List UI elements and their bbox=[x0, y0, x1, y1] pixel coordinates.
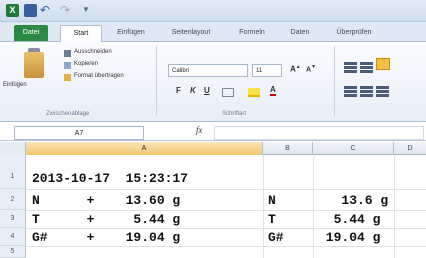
cut-button[interactable]: Ausschneiden bbox=[74, 49, 112, 55]
cell-b3[interactable]: T bbox=[268, 212, 276, 227]
cell-a4[interactable]: G# + 19.04 g bbox=[32, 230, 180, 245]
column-header-d[interactable]: D bbox=[394, 142, 426, 155]
clipboard-group-label: Zwischenablage bbox=[46, 111, 90, 117]
cell-a3[interactable]: T + 5.44 g bbox=[32, 212, 180, 227]
row-header-3[interactable]: 3 bbox=[0, 210, 26, 228]
row-header-2[interactable]: 2 bbox=[0, 189, 26, 210]
row-header-4[interactable]: 4 bbox=[0, 228, 26, 246]
paste-label[interactable]: Einfügen bbox=[3, 82, 27, 88]
tab-formeln[interactable]: Formeln bbox=[234, 25, 270, 41]
align-top-icon[interactable] bbox=[344, 62, 357, 65]
cell-a1[interactable]: 2013-10-17 15:23:17 bbox=[32, 171, 188, 186]
ribbon-separator bbox=[156, 46, 157, 116]
gridline bbox=[26, 246, 426, 247]
tab-ueberpruefen[interactable]: Überprüfen bbox=[330, 25, 378, 41]
tab-einfuegen[interactable]: Einfügen bbox=[112, 25, 150, 41]
undo-icon[interactable]: ↶ bbox=[40, 4, 54, 17]
cell-c3[interactable]: 5.44 g bbox=[318, 212, 381, 227]
underline-button[interactable]: U bbox=[204, 86, 210, 95]
copy-button[interactable]: Kopieren bbox=[74, 61, 98, 67]
italic-button[interactable]: K bbox=[190, 86, 196, 95]
borders-icon[interactable] bbox=[222, 88, 234, 97]
excel-icon[interactable]: X bbox=[6, 4, 19, 17]
cell-b2[interactable]: N bbox=[268, 193, 276, 208]
scissors-icon[interactable] bbox=[64, 50, 71, 57]
grow-font-button[interactable]: A▲ bbox=[290, 64, 301, 74]
formula-input[interactable] bbox=[214, 126, 424, 140]
ribbon-tabs: Datei Start Einfügen Seitenlayout Formel… bbox=[0, 22, 426, 42]
save-icon[interactable] bbox=[24, 4, 37, 17]
tab-start[interactable]: Start bbox=[60, 25, 102, 42]
bold-button[interactable]: F bbox=[176, 86, 181, 95]
align-middle-icon[interactable] bbox=[360, 62, 373, 65]
title-bar: X ↶ ↷ ▼ bbox=[0, 0, 426, 22]
row-header-5[interactable]: 5 bbox=[0, 246, 26, 258]
name-box[interactable]: A7 bbox=[14, 126, 144, 140]
font-size-dropdown[interactable]: 11 bbox=[252, 64, 282, 77]
quick-access-dropdown-icon[interactable]: ▼ bbox=[82, 4, 92, 17]
tab-daten[interactable]: Daten bbox=[286, 25, 314, 41]
cell-c2[interactable]: 13.6 g bbox=[318, 193, 388, 208]
column-header-c[interactable]: C bbox=[313, 142, 394, 155]
font-name-dropdown[interactable]: Calibri bbox=[168, 64, 248, 77]
fx-icon[interactable]: fx bbox=[196, 125, 203, 135]
format-painter-button[interactable]: Format übertragen bbox=[74, 73, 124, 79]
copy-icon[interactable] bbox=[64, 62, 71, 69]
ribbon-separator bbox=[334, 46, 335, 116]
align-left-icon[interactable] bbox=[344, 86, 357, 89]
select-all-corner[interactable] bbox=[0, 142, 26, 155]
gridline bbox=[26, 210, 426, 211]
font-group-label: Schriftart bbox=[222, 111, 247, 117]
fill-color-icon[interactable] bbox=[248, 88, 260, 97]
column-header-b[interactable]: B bbox=[263, 142, 313, 155]
paste-icon[interactable] bbox=[24, 52, 44, 78]
column-header-a[interactable]: A bbox=[26, 142, 263, 155]
wrap-text-icon[interactable] bbox=[376, 58, 390, 70]
gridline bbox=[394, 155, 395, 258]
align-center-icon[interactable] bbox=[360, 86, 373, 89]
redo-icon[interactable]: ↷ bbox=[60, 4, 74, 17]
cell-b4[interactable]: G# bbox=[268, 230, 284, 245]
format-painter-icon[interactable] bbox=[64, 74, 71, 81]
tab-datei[interactable]: Datei bbox=[14, 25, 48, 41]
gridline bbox=[313, 155, 314, 258]
cell-a2[interactable]: N + 13.60 g bbox=[32, 193, 180, 208]
shrink-font-button[interactable]: A▼ bbox=[306, 64, 316, 73]
tab-seitenlayout[interactable]: Seitenlayout bbox=[168, 25, 214, 41]
row-header-1[interactable]: 1 bbox=[0, 155, 26, 189]
gridline bbox=[263, 155, 264, 258]
cell-c4[interactable]: 19.04 g bbox=[318, 230, 381, 245]
gridline bbox=[26, 189, 426, 190]
align-right-icon[interactable] bbox=[376, 86, 389, 89]
font-color-icon[interactable]: A bbox=[270, 85, 276, 96]
gridline bbox=[26, 228, 426, 229]
